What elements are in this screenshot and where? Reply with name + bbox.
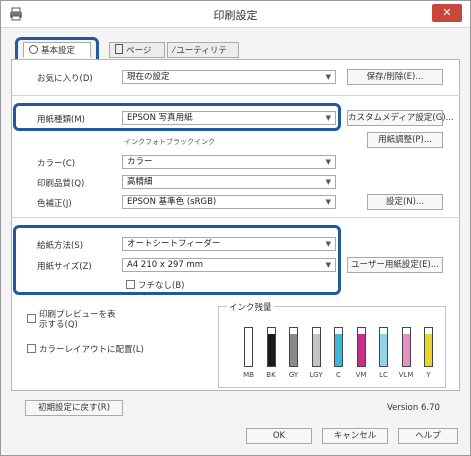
page-tab-icon — [115, 44, 123, 54]
ok-button[interactable]: OK — [246, 428, 312, 444]
print-preview-label: 印刷プレビューを表示する(Q) — [39, 310, 116, 330]
ink-fill-lc — [380, 334, 387, 366]
ink-levels-title: インク残量 — [227, 301, 274, 313]
color-label: カラー(C) — [37, 159, 76, 169]
layout-manager-label: カラーレイアウトに配置(L) — [39, 345, 144, 355]
ink-fill-gy — [290, 334, 297, 366]
ink-bar-c — [334, 327, 343, 367]
ink-code-label: LGY — [309, 371, 323, 379]
borderless-label: フチなし(B) — [138, 281, 185, 291]
ink-code-label: C — [336, 371, 341, 379]
ink-fill-bk — [267, 334, 275, 366]
paper-type-label: 用紙種類(M) — [37, 115, 85, 125]
ink-code-label: MB — [243, 371, 254, 379]
close-button[interactable]: ✕ — [432, 4, 462, 22]
print-quality-label: 印刷品質(Q) — [37, 179, 85, 189]
ink-fill-c — [335, 334, 342, 366]
ink-code-label: LC — [379, 371, 388, 379]
ink-code-label: BK — [266, 371, 276, 379]
tab-basic-label: 基本設定 — [41, 46, 76, 56]
paper-source-label: 給紙方法(S) — [37, 241, 84, 251]
print-quality-select[interactable]: 高精細 ▼ — [122, 175, 336, 189]
color-correction-value: EPSON 基準色 (sRGB) — [127, 197, 217, 207]
chevron-down-icon: ▼ — [325, 73, 331, 81]
driver-version: Version 6.70 — [387, 403, 440, 413]
favorites-select[interactable]: 現在の設定 ▼ — [122, 70, 336, 84]
title-bar: 印刷設定 ✕ — [1, 1, 470, 28]
chevron-down-icon: ▼ — [325, 240, 331, 248]
user-paper-button[interactable]: ユーザー用紙設定(E)... — [347, 257, 443, 273]
separator — [11, 217, 460, 218]
color-select[interactable]: カラー ▼ — [122, 155, 336, 169]
ink-code-label: GY — [288, 371, 299, 379]
ink-bar-gy — [289, 327, 298, 367]
paper-source-select[interactable]: オートシートフィーダー ▼ — [122, 237, 336, 251]
chevron-down-icon: ▼ — [325, 198, 331, 206]
print-quality-value: 高精細 — [127, 177, 153, 187]
basic-tab-icon — [29, 45, 38, 54]
chevron-down-icon: ▼ — [325, 261, 331, 269]
chevron-down-icon: ▼ — [325, 178, 331, 186]
close-icon: ✕ — [442, 6, 452, 19]
save-delete-button[interactable]: 保存/削除(E)... — [347, 69, 443, 85]
chevron-down-icon: ▼ — [325, 114, 331, 122]
favorites-label: お気に入り(D) — [37, 74, 93, 84]
color-correction-label: 色補正(J) — [37, 199, 72, 209]
borderless-checkbox[interactable] — [126, 280, 135, 289]
paper-source-value: オートシートフィーダー — [127, 239, 221, 249]
ink-code-label: Y — [426, 371, 431, 379]
ink-bar-lgy — [311, 327, 321, 367]
reset-defaults-button[interactable]: 初期設定に戻す(R) — [25, 400, 123, 416]
color-value: カラー — [127, 157, 153, 167]
color-settings-button[interactable]: 設定(N)... — [367, 194, 443, 210]
window-title: 印刷設定 — [213, 9, 258, 22]
color-correction-select[interactable]: EPSON 基準色 (sRGB) ▼ — [122, 195, 336, 209]
ink-bar-vlm — [401, 327, 411, 367]
ink-code-label: VLM — [398, 371, 414, 379]
wrench-icon: ⁄ — [173, 46, 175, 56]
custom-media-button[interactable]: カスタムメディア設定(G)... — [347, 110, 454, 126]
ink-bar-mb — [244, 327, 253, 367]
print-preview-checkbox[interactable] — [27, 314, 36, 323]
ink-fill-lgy — [312, 334, 320, 366]
print-settings-window: 印刷設定 ✕ 基本設定 ページ設定 ⁄ユーティリティー お気に入り(D) 現在の… — [0, 0, 471, 456]
ink-fill-vlm — [402, 334, 410, 366]
cancel-button[interactable]: キャンセル — [322, 428, 388, 444]
paper-size-value: A4 210 x 297 mm — [127, 260, 204, 270]
paper-adjust-button[interactable]: 用紙調整(P)... — [367, 132, 443, 148]
tab-page-setup[interactable]: ページ設定 — [109, 42, 165, 72]
ink-fill-y — [425, 334, 432, 366]
help-button[interactable]: ヘルプ — [398, 428, 458, 444]
ink-code-label: VM — [355, 371, 367, 379]
ink-type-note: インクフォトブラックインク — [124, 138, 215, 146]
separator — [11, 95, 460, 96]
paper-type-value: EPSON 写真用紙 — [127, 113, 193, 123]
layout-manager-checkbox[interactable] — [27, 344, 36, 353]
chevron-down-icon: ▼ — [325, 158, 331, 166]
paper-type-select[interactable]: EPSON 写真用紙 ▼ — [122, 111, 336, 125]
ink-bar-vm — [356, 327, 366, 367]
ink-bar-bk — [266, 327, 276, 367]
tab-basic[interactable]: 基本設定 — [23, 42, 91, 58]
ink-bar-y — [424, 327, 433, 367]
ink-bar-lc — [379, 327, 388, 367]
paper-size-label: 用紙サイズ(Z) — [37, 262, 92, 272]
tab-utility[interactable]: ⁄ユーティリティー — [167, 42, 239, 72]
ink-fill-vm — [357, 334, 365, 366]
paper-size-select[interactable]: A4 210 x 297 mm ▼ — [122, 258, 336, 272]
favorites-value: 現在の設定 — [127, 72, 170, 82]
